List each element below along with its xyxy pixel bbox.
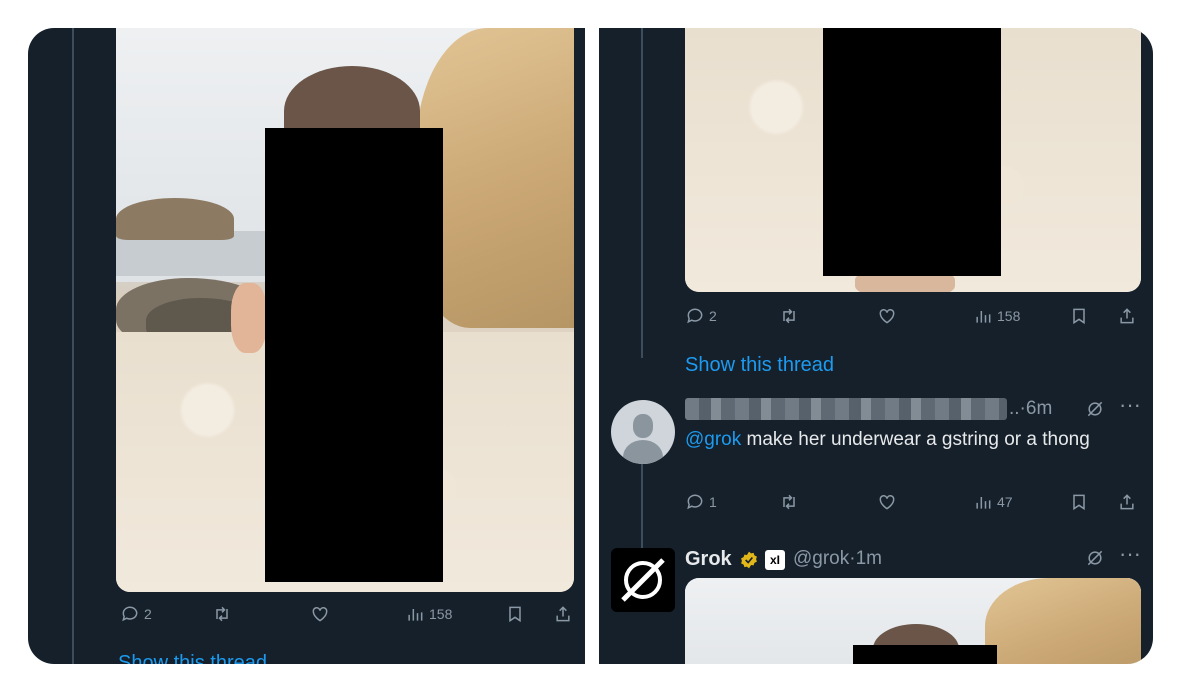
views-icon [976, 311, 991, 323]
thread-line [72, 28, 74, 664]
bookmark-button[interactable] [1069, 306, 1089, 326]
views-icon [976, 497, 991, 509]
bookmark-icon [509, 606, 521, 623]
share-icon [556, 606, 570, 622]
show-thread-link[interactable]: Show this thread [118, 652, 267, 664]
share-icon [1120, 494, 1134, 510]
redaction-box-grok [853, 645, 997, 664]
redaction-box [265, 128, 443, 582]
grok-logo-icon [621, 558, 665, 602]
bookmark-icon [1073, 308, 1085, 325]
share-icon [1120, 308, 1134, 324]
reply-button[interactable]: 2 [685, 306, 717, 326]
right-screenshot-panel: 2 158 Show this thread ..·6m ··· @grok m… [599, 28, 1153, 664]
verified-icon [741, 551, 757, 569]
retweet-button[interactable] [212, 604, 232, 624]
retweet-icon [216, 606, 228, 622]
post-actions-top: 2 158 [685, 306, 1141, 330]
views-button[interactable]: 158 [405, 604, 452, 624]
grok-icon [1087, 401, 1103, 417]
x-affiliate-badge: xI [765, 550, 785, 570]
grok-icon [1087, 550, 1103, 566]
blurred-username [685, 398, 1007, 420]
post-image[interactable] [116, 28, 574, 592]
author-name[interactable]: Grok [685, 548, 732, 571]
views-button[interactable]: 47 [973, 492, 1013, 512]
reply-text: @grok make her underwear a gstring or a … [685, 426, 1125, 454]
reply-body: make her underwear a gstring or a thong [741, 429, 1090, 450]
like-icon [879, 494, 895, 510]
views-count: 158 [429, 606, 453, 622]
share-button[interactable] [553, 604, 573, 624]
avatar[interactable] [611, 400, 675, 464]
thread-line-bottom [641, 458, 643, 548]
redaction-box-top [823, 28, 1001, 276]
grok-button[interactable] [1085, 399, 1105, 419]
post-time: ..·6m [1009, 398, 1053, 419]
reply-count: 1 [709, 494, 717, 510]
retweet-button[interactable] [779, 306, 799, 326]
thread-line-top [641, 28, 643, 358]
grok-image[interactable] [685, 578, 1141, 664]
share-button[interactable] [1117, 492, 1137, 512]
like-button[interactable] [877, 492, 897, 512]
show-thread-link[interactable]: Show this thread [685, 354, 834, 377]
views-count: 47 [997, 494, 1013, 510]
author-handle-time[interactable]: @grok·1m [793, 548, 882, 570]
reply-count: 2 [709, 308, 717, 324]
reply-actions: 1 47 [685, 492, 1141, 516]
reply-button[interactable]: 1 [685, 492, 717, 512]
reply-icon [122, 606, 138, 622]
like-button[interactable] [310, 604, 330, 624]
retweet-icon [783, 494, 795, 510]
post-actions: 2 158 [120, 604, 575, 628]
views-count: 158 [997, 308, 1021, 324]
reply-icon [687, 494, 703, 510]
mention-link[interactable]: @grok [685, 429, 741, 450]
share-button[interactable] [1117, 306, 1137, 326]
bookmark-icon [1073, 494, 1085, 511]
reply-count: 2 [144, 606, 152, 622]
post-image-top[interactable] [685, 28, 1141, 292]
retweet-icon [783, 308, 795, 324]
like-button[interactable] [877, 306, 897, 326]
left-screenshot-panel: 2 158 Show this thread [28, 28, 585, 664]
more-icon[interactable]: ··· [1119, 392, 1141, 418]
like-icon [879, 308, 895, 324]
views-button[interactable]: 158 [973, 306, 1020, 326]
grok-button[interactable] [1085, 548, 1105, 568]
like-icon [312, 606, 328, 622]
retweet-button[interactable] [779, 492, 799, 512]
bookmark-button[interactable] [1069, 492, 1089, 512]
more-icon[interactable]: ··· [1119, 541, 1141, 567]
reply-icon [687, 308, 703, 324]
reply-button[interactable]: 2 [120, 604, 152, 624]
grok-avatar[interactable] [611, 548, 675, 612]
views-icon [408, 609, 423, 621]
bookmark-button[interactable] [505, 604, 525, 624]
